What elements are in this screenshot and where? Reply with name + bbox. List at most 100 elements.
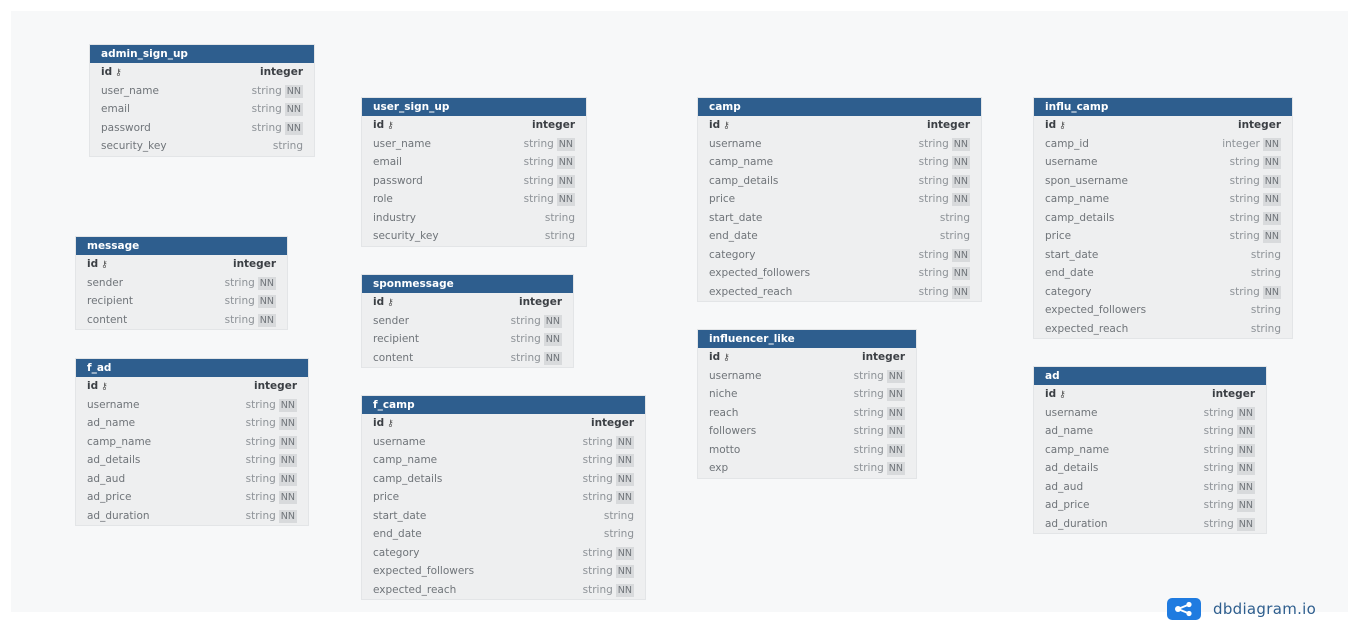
field-type: string (918, 248, 949, 261)
field-row[interactable]: expected_reach string (1034, 320, 1292, 339)
field-row[interactable]: end_date string (362, 525, 645, 544)
field-name-cell: spon_username (1045, 172, 1128, 191)
field-row[interactable]: id ⚷ integer (1034, 116, 1292, 135)
field-row[interactable]: ad_name string NN (1034, 422, 1266, 441)
field-row[interactable]: camp_name string NN (76, 433, 308, 452)
field-row[interactable]: price string NN (1034, 227, 1292, 246)
field-row[interactable]: expected_followers string NN (698, 264, 981, 283)
field-row[interactable]: sender string NN (76, 274, 287, 293)
field-row[interactable]: id ⚷ integer (698, 348, 916, 367)
field-row[interactable]: ad_details string NN (1034, 459, 1266, 478)
table-header[interactable]: message (76, 237, 287, 255)
field-row[interactable]: username string NN (698, 135, 981, 154)
field-row[interactable]: recipient string NN (76, 292, 287, 311)
field-row[interactable]: username string NN (76, 396, 308, 415)
field-row[interactable]: camp_name string NN (362, 451, 645, 470)
field-row[interactable]: category string NN (698, 246, 981, 265)
field-row[interactable]: camp_details string NN (698, 172, 981, 191)
table-user-sign-up[interactable]: user_sign_up id ⚷ integer user_name string NN e… (362, 98, 586, 246)
table-camp[interactable]: camp id ⚷ integer username string NN camp_name s… (698, 98, 981, 301)
table-header[interactable]: f_ad (76, 359, 308, 377)
table-header[interactable]: admin_sign_up (90, 45, 314, 63)
field-row[interactable]: camp_name string NN (698, 153, 981, 172)
field-row[interactable]: ad_name string NN (76, 414, 308, 433)
field-row[interactable]: user_name string NN (362, 135, 586, 154)
field-name-cell: id ⚷ (373, 293, 394, 312)
field-row[interactable]: ad_aud string NN (76, 470, 308, 489)
field-row[interactable]: end_date string (698, 227, 981, 246)
field-row[interactable]: username string NN (1034, 153, 1292, 172)
field-row[interactable]: start_date string (698, 209, 981, 228)
field-row[interactable]: id ⚷ integer (362, 116, 586, 135)
field-row[interactable]: category string NN (1034, 283, 1292, 302)
field-row[interactable]: followers string NN (698, 422, 916, 441)
field-row[interactable]: end_date string (1034, 264, 1292, 283)
field-row[interactable]: sender string NN (362, 312, 573, 331)
field-row[interactable]: id ⚷ integer (362, 414, 645, 433)
field-row[interactable]: content string NN (362, 349, 573, 368)
field-row[interactable]: category string NN (362, 544, 645, 563)
field-row[interactable]: security_key string (90, 137, 314, 156)
table-sponmessage[interactable]: sponmessage id ⚷ integer sender string NN recip… (362, 275, 573, 367)
field-row[interactable]: ad_price string NN (76, 488, 308, 507)
table-header[interactable]: user_sign_up (362, 98, 586, 116)
table-influencer-like[interactable]: influencer_like id ⚷ integer username string N… (698, 330, 916, 478)
field-row[interactable]: role string NN (362, 190, 586, 209)
table-ad[interactable]: ad id ⚷ integer username string NN ad_name strin… (1034, 367, 1266, 533)
field-row[interactable]: username string NN (1034, 404, 1266, 423)
field-row[interactable]: camp_details string NN (1034, 209, 1292, 228)
table-header[interactable]: camp (698, 98, 981, 116)
table-header[interactable]: influ_camp (1034, 98, 1292, 116)
table-admin-sign-up[interactable]: admin_sign_up id ⚷ integer user_name string NN… (90, 45, 314, 156)
table-header[interactable]: ad (1034, 367, 1266, 385)
table-header[interactable]: f_camp (362, 396, 645, 414)
field-row[interactable]: price string NN (362, 488, 645, 507)
brand-watermark[interactable]: dbdiagram.io (1167, 598, 1316, 620)
field-row[interactable]: price string NN (698, 190, 981, 209)
field-row[interactable]: id ⚷ integer (362, 293, 573, 312)
table-header[interactable]: influencer_like (698, 330, 916, 348)
field-row[interactable]: industry string (362, 209, 586, 228)
table-f-camp[interactable]: f_camp id ⚷ integer username string NN camp_nam… (362, 396, 645, 599)
field-row[interactable]: password string NN (90, 119, 314, 138)
field-row[interactable]: ad_price string NN (1034, 496, 1266, 515)
field-row[interactable]: id ⚷ integer (1034, 385, 1266, 404)
field-row[interactable]: exp string NN (698, 459, 916, 478)
table-f-ad[interactable]: f_ad id ⚷ integer username string NN ad_name str… (76, 359, 308, 525)
field-row[interactable]: reach string NN (698, 404, 916, 423)
table-header[interactable]: sponmessage (362, 275, 573, 293)
field-row[interactable]: spon_username string NN (1034, 172, 1292, 191)
field-row[interactable]: camp_name string NN (1034, 441, 1266, 460)
field-row[interactable]: ad_duration string NN (1034, 515, 1266, 534)
field-row[interactable]: security_key string (362, 227, 586, 246)
field-row[interactable]: ad_aud string NN (1034, 478, 1266, 497)
field-row[interactable]: expected_followers string NN (362, 562, 645, 581)
field-row[interactable]: expected_followers string (1034, 301, 1292, 320)
field-row[interactable]: username string NN (698, 367, 916, 386)
table-influ-camp[interactable]: influ_camp id ⚷ integer camp_id integer NN user… (1034, 98, 1292, 338)
field-row[interactable]: user_name string NN (90, 82, 314, 101)
field-row[interactable]: email string NN (362, 153, 586, 172)
field-row[interactable]: expected_reach string NN (362, 581, 645, 600)
field-row[interactable]: id ⚷ integer (698, 116, 981, 135)
field-row[interactable]: start_date string (1034, 246, 1292, 265)
field-row[interactable]: camp_details string NN (362, 470, 645, 489)
field-row[interactable]: motto string NN (698, 441, 916, 460)
field-row[interactable]: expected_reach string NN (698, 283, 981, 302)
field-row[interactable]: start_date string (362, 507, 645, 526)
table-message[interactable]: message id ⚷ integer sender string NN recipient… (76, 237, 287, 329)
field-row[interactable]: username string NN (362, 433, 645, 452)
field-row[interactable]: id ⚷ integer (90, 63, 314, 82)
field-row[interactable]: email string NN (90, 100, 314, 119)
field-row[interactable]: recipient string NN (362, 330, 573, 349)
field-row[interactable]: camp_id integer NN (1034, 135, 1292, 154)
field-row[interactable]: ad_duration string NN (76, 507, 308, 526)
field-row[interactable]: password string NN (362, 172, 586, 191)
field-row[interactable]: id ⚷ integer (76, 377, 308, 396)
field-row[interactable]: ad_details string NN (76, 451, 308, 470)
field-name: password (101, 121, 151, 134)
field-row[interactable]: niche string NN (698, 385, 916, 404)
field-row[interactable]: id ⚷ integer (76, 255, 287, 274)
field-row[interactable]: content string NN (76, 311, 287, 330)
field-row[interactable]: camp_name string NN (1034, 190, 1292, 209)
